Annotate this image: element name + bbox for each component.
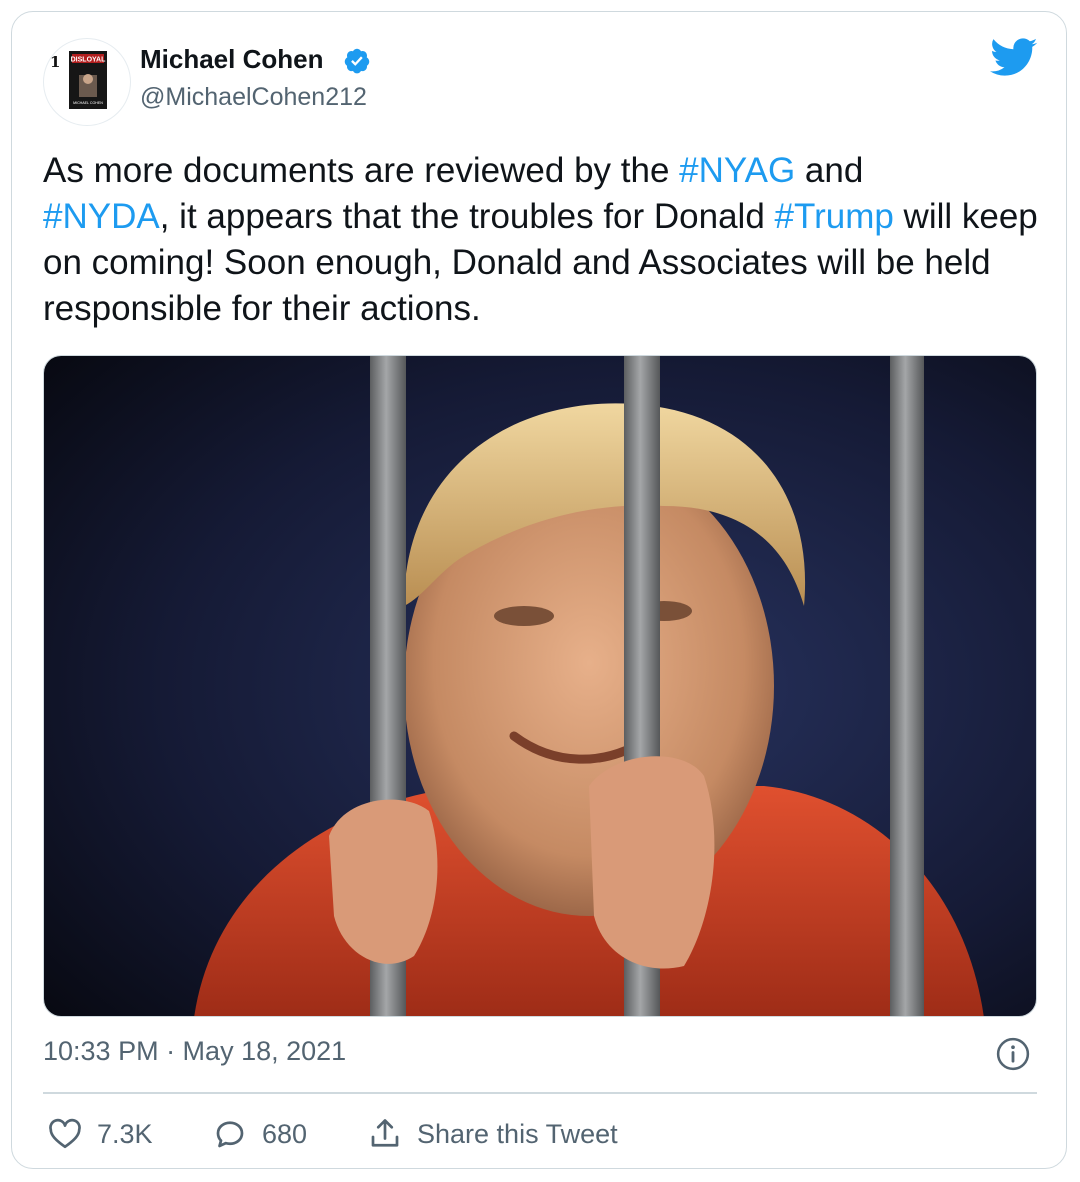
avatar-book-author: MICHAEL COHEN bbox=[73, 101, 103, 105]
like-button[interactable]: 7.3K bbox=[47, 1112, 153, 1156]
share-upload-icon bbox=[371, 1119, 399, 1147]
hashtag-nyda-link[interactable]: #NYDA bbox=[43, 197, 160, 236]
avatar-book-title: DISLOYAL bbox=[71, 57, 106, 64]
avatar-book-cover: DISLOYAL MICHAEL COHEN bbox=[69, 51, 107, 109]
hashtag-nyag-link[interactable]: #NYAG bbox=[679, 151, 795, 190]
tweet-media-image[interactable] bbox=[43, 355, 1037, 1017]
share-label: Share this Tweet bbox=[417, 1118, 618, 1149]
share-button[interactable]: Share this Tweet bbox=[367, 1112, 618, 1156]
tweet-timestamp[interactable]: 10:33 PM · May 18, 2021 bbox=[43, 1036, 346, 1067]
tweet-text: As more documents are reviewed by the #N… bbox=[43, 148, 1043, 332]
like-count: 7.3K bbox=[97, 1118, 153, 1149]
hashtag-trump-link[interactable]: #Trump bbox=[775, 197, 894, 236]
reply-count: 680 bbox=[262, 1118, 308, 1149]
divider bbox=[43, 1092, 1037, 1094]
twitter-bird-icon[interactable] bbox=[990, 38, 1038, 78]
reply-button[interactable]: 680 bbox=[212, 1112, 307, 1156]
avatar-rank: 1 bbox=[50, 53, 61, 71]
info-icon[interactable] bbox=[996, 1037, 1030, 1071]
verified-badge-icon bbox=[344, 48, 370, 74]
tweet-text-segment: As more documents are reviewed by the bbox=[43, 151, 680, 190]
tweet-text-segment: , it appears that the troubles for Donal… bbox=[159, 197, 775, 236]
avatar[interactable]: 1 DISLOYAL MICHAEL COHEN bbox=[43, 38, 131, 126]
heart-icon bbox=[49, 1118, 81, 1149]
tweet-text-segment: and bbox=[795, 151, 864, 190]
author-handle[interactable]: @MichaelCohen212 bbox=[140, 83, 367, 112]
author-name[interactable]: Michael Cohen bbox=[140, 44, 323, 75]
reply-bubble-icon bbox=[216, 1121, 244, 1148]
